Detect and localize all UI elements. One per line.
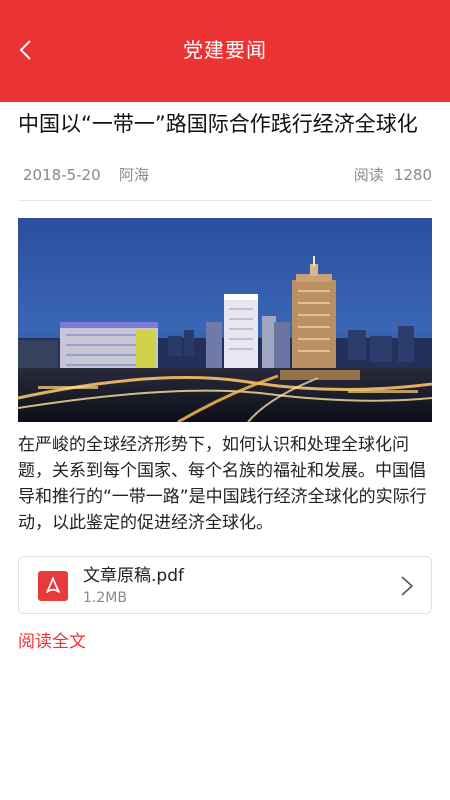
- article-image: [18, 218, 432, 422]
- article-meta: 2018-5-20 阿海 阅读 1280: [23, 163, 432, 187]
- city-night-illustration: [18, 218, 432, 422]
- file-name: 文章原稿.pdf: [83, 566, 184, 586]
- page-title: 党建要闻: [183, 38, 267, 62]
- chevron-right-icon: [401, 576, 414, 596]
- read-count: 1280: [393, 166, 432, 184]
- read-full-link[interactable]: 阅读全文: [18, 630, 86, 654]
- article-body: 在严峻的全球经济形势下，如何认识和处理全球化问题，关系到每个国家、每个名族的福祉…: [18, 435, 427, 533]
- app-header: 党建要闻: [0, 0, 450, 102]
- article-author: 阿海: [119, 166, 150, 184]
- file-size: 1.2MB: [83, 590, 127, 606]
- divider: [18, 200, 432, 201]
- read-count-group: 阅读 1280: [354, 163, 432, 187]
- pdf-icon: [38, 571, 68, 601]
- article-title: 中国以“一带一”路国际合作践行经济全球化: [18, 112, 418, 136]
- article-date: 2018-5-20: [23, 166, 101, 184]
- attachment-card[interactable]: 文章原稿.pdf 1.2MB: [18, 556, 432, 614]
- read-label: 阅读: [353, 166, 384, 184]
